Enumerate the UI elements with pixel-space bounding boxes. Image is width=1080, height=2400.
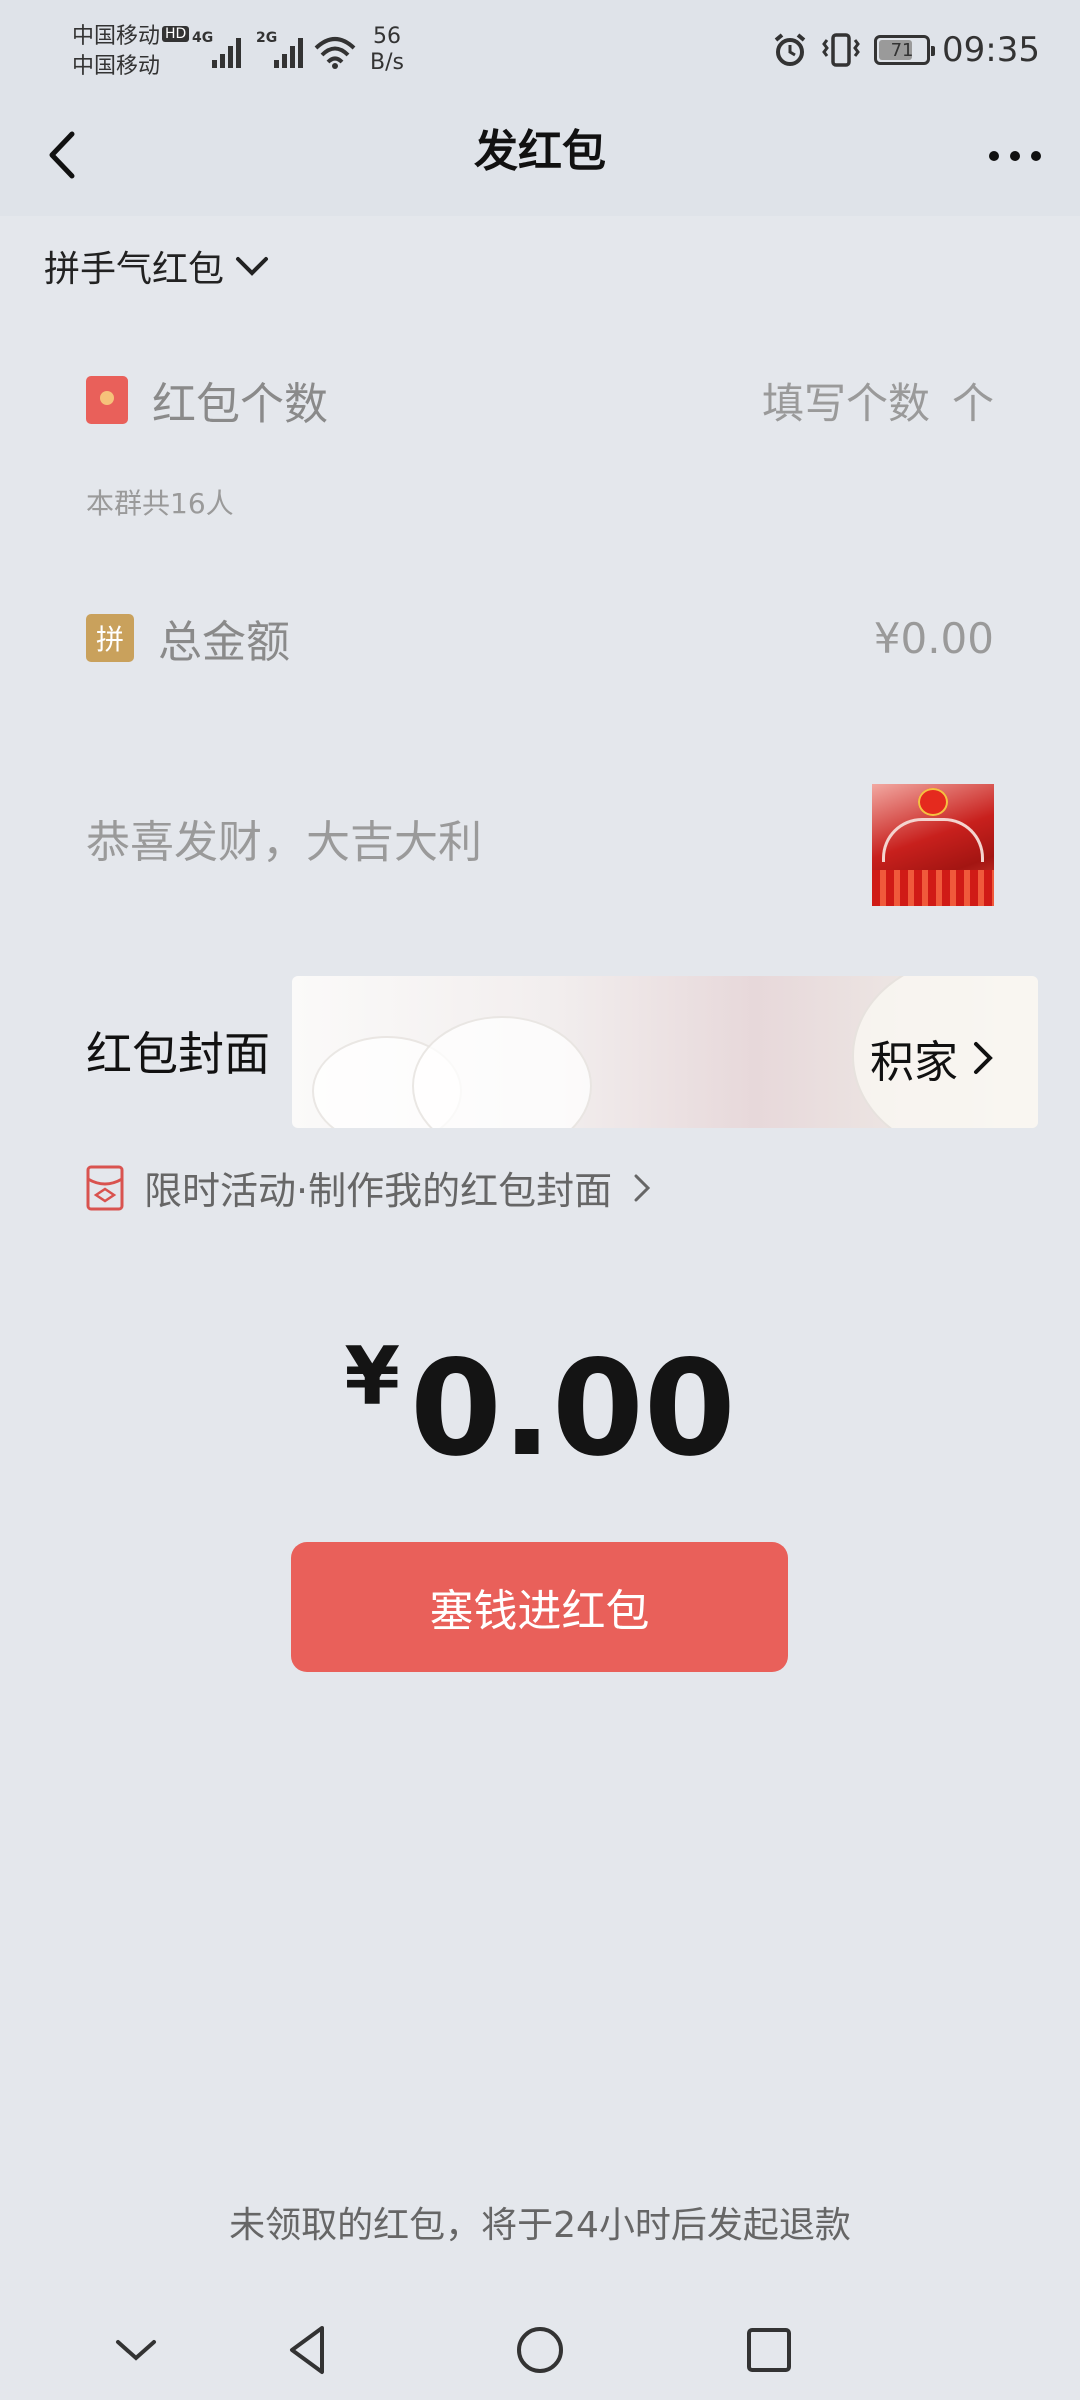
refund-notice: 未领取的红包，将于24小时后发起退款	[229, 2205, 851, 2246]
currency-symbol: ¥	[344, 1330, 400, 1423]
home-button[interactable]	[504, 2314, 576, 2386]
total-amount-row[interactable]: 拼 总金额 ¥0.00	[86, 598, 994, 678]
chevron-down-icon	[236, 257, 269, 276]
chevron-right-icon	[634, 1174, 651, 1201]
thumbnail-drape	[882, 818, 984, 862]
blessing-input[interactable]: 恭喜发财，大吉大利	[86, 806, 482, 870]
packet-count-input[interactable]: 填写个数	[762, 370, 930, 431]
clock: 09:35	[942, 30, 1040, 70]
red-packet-icon	[86, 376, 128, 424]
cloud-decoration	[412, 1016, 592, 1128]
group-size-hint: 本群共16人	[86, 487, 234, 520]
system-back-button[interactable]	[272, 2314, 344, 2386]
carrier-2: 中国移动	[72, 54, 161, 79]
triangle-back-icon	[290, 2326, 324, 2374]
blessing-image-thumbnail[interactable]	[872, 784, 994, 906]
packet-count-label: 红包个数	[152, 379, 328, 430]
recents-button[interactable]	[733, 2314, 805, 2386]
lucky-badge-text: 拼	[95, 623, 124, 656]
cover-label: 红包封面	[86, 1027, 270, 1081]
activity-link-text: 限时活动·制作我的红包封面	[144, 1169, 613, 1213]
packet-count-unit: 个	[951, 378, 994, 428]
thumbnail-lantern	[918, 788, 948, 816]
total-amount-label: 总金额	[158, 617, 290, 668]
cover-name: 积家	[870, 1026, 996, 1090]
alarm-icon	[774, 33, 806, 66]
chevron-right-icon	[974, 1042, 993, 1074]
speed-unit: B/s	[370, 50, 404, 75]
signal-icon	[274, 38, 303, 68]
more-button[interactable]	[980, 126, 1050, 186]
battery-icon: 71	[874, 35, 936, 65]
total-amount-input[interactable]: ¥0.00	[874, 614, 994, 663]
vibrate-icon	[822, 33, 860, 67]
wifi-icon	[314, 37, 356, 69]
gift-packet-icon	[86, 1165, 124, 1210]
more-dots-icon	[989, 151, 1041, 161]
packet-type-label: 拼手气红包	[44, 249, 225, 290]
status-right: 71 09:35	[772, 28, 1040, 72]
battery-percent: 71	[890, 39, 914, 61]
put-money-button[interactable]: 塞钱进红包	[291, 1542, 788, 1672]
hd-badge: HD	[162, 26, 190, 42]
signal-icon	[212, 38, 241, 68]
carrier-info: 中国移动 HD 中国移动	[72, 22, 190, 82]
cover-selector[interactable]: 积家	[292, 976, 1038, 1128]
total-amount-value: 0.00	[409, 1332, 736, 1486]
chevron-down-icon	[116, 2340, 156, 2361]
page-title: 发红包	[474, 126, 606, 177]
total-amount-display: ¥0.00	[0, 1330, 1080, 1486]
nav-bar: 发红包	[0, 96, 1080, 216]
lucky-badge-icon: 拼	[86, 614, 134, 662]
hide-keyboard-button[interactable]	[100, 2314, 172, 2386]
carrier-1: 中国移动	[72, 24, 161, 49]
circle-home-icon	[517, 2327, 563, 2373]
cover-name-text: 积家	[870, 1037, 958, 1088]
activity-link[interactable]: 限时活动·制作我的红包封面	[86, 1160, 652, 1215]
square-recents-icon	[747, 2328, 791, 2372]
packet-count-row[interactable]: 红包个数 填写个数 个	[86, 360, 994, 440]
status-bar: 中国移动 HD 中国移动 4G 2G 56 B/s 71 09:35	[0, 0, 1080, 96]
network-speed: 56 B/s	[370, 24, 404, 76]
packet-type-selector[interactable]: 拼手气红包	[44, 240, 272, 292]
system-nav-bar	[0, 2300, 1080, 2400]
speed-value: 56	[372, 24, 401, 49]
thumbnail-floor	[872, 870, 994, 906]
send-red-packet-page: 中国移动 HD 中国移动 4G 2G 56 B/s 71 09:35 发红包 拼…	[0, 0, 1080, 2400]
